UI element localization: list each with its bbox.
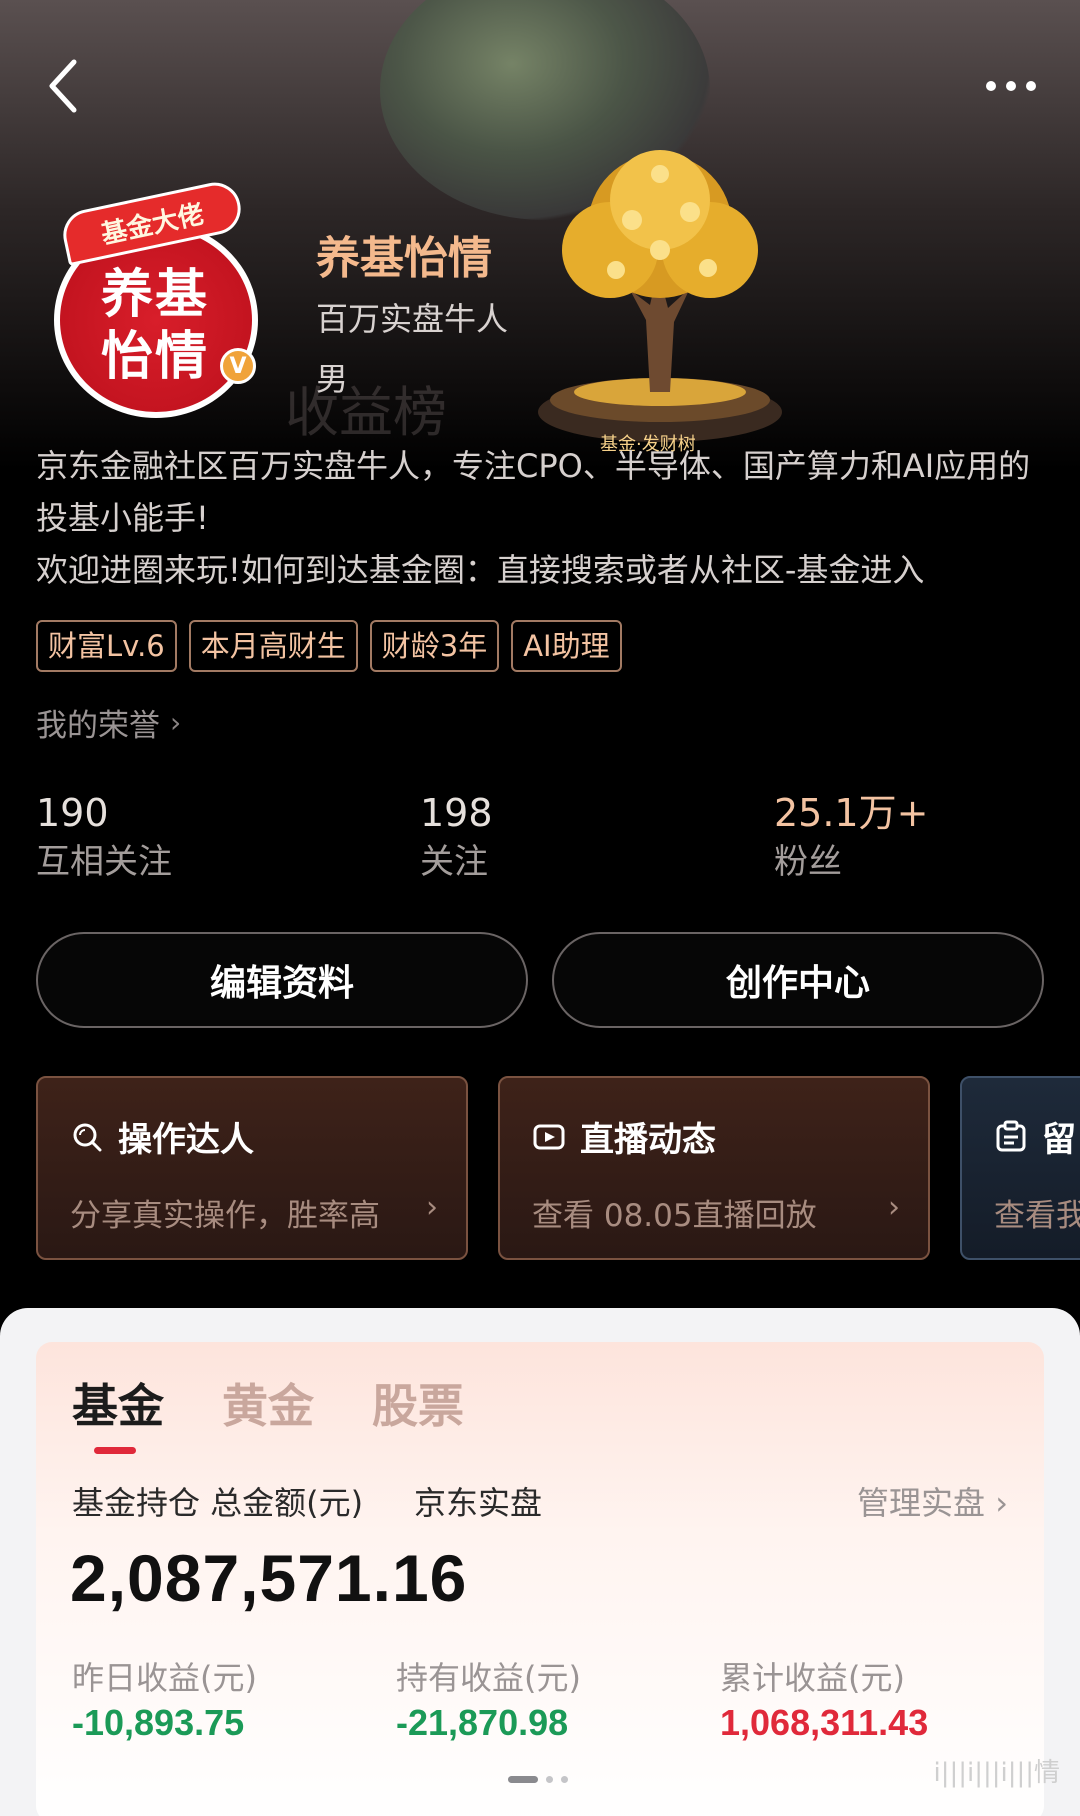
- card-live-updates[interactable]: 直播动态 查看 08.05直播回放 ›: [498, 1076, 930, 1260]
- chevron-left-icon: [49, 59, 77, 113]
- stat-label: 粉丝: [774, 842, 842, 882]
- card-title: 留: [994, 1112, 1076, 1161]
- card-subtitle: 查看我: [994, 1198, 1080, 1234]
- chevron-right-icon: ›: [426, 1190, 438, 1225]
- holding-profit: 持有收益(元) -21,870.98: [396, 1656, 581, 1746]
- card-message-board[interactable]: 留 查看我: [960, 1076, 1080, 1260]
- bio-line: 欢迎进圈来玩!如何到达基金圈：直接搜索或者从社区-基金进入: [36, 551, 925, 589]
- honor-label: 我的荣誉: [36, 708, 160, 744]
- tag-wealth-level[interactable]: 财富Lv.6: [36, 620, 177, 672]
- creator-center-button[interactable]: 创作中心: [552, 932, 1044, 1028]
- carousel-dot: [561, 1776, 568, 1783]
- profile-name: 养基怡情: [316, 233, 492, 284]
- card-title-text: 操作达人: [118, 1120, 254, 1160]
- carousel-dot-active: [508, 1776, 538, 1783]
- stat-fans[interactable]: 25.1万+ 粉丝: [774, 790, 928, 888]
- profit-label: 昨日收益(元): [72, 1659, 257, 1697]
- carousel-indicator: [508, 1776, 568, 1783]
- message-board-icon: [996, 1120, 1026, 1151]
- portfolio-panel: 基金 黄金 股票 基金持仓 总金额(元) 京东实盘 管理实盘 › 2,087,5…: [0, 1308, 1080, 1816]
- yesterday-profit: 昨日收益(元) -10,893.75: [72, 1656, 257, 1746]
- chevron-right-icon: ›: [995, 1484, 1008, 1522]
- holding-total-label: 基金持仓 总金额(元): [72, 1484, 364, 1522]
- money-tree-badge-icon[interactable]: [520, 130, 800, 460]
- profile-tags: 财富Lv.6 本月高财生 财龄3年 AI助理: [36, 620, 622, 672]
- verified-badge-icon: V: [220, 348, 256, 384]
- dot-icon: [986, 81, 996, 91]
- manage-label: 管理实盘: [857, 1484, 986, 1522]
- profit-label: 持有收益(元): [396, 1659, 581, 1697]
- back-button[interactable]: [44, 56, 84, 116]
- profile-bio: 京东金融社区百万实盘牛人，专注CPO、半导体、国产算力和AI应用的投基小能手! …: [36, 440, 1046, 596]
- profit-label: 累计收益(元): [720, 1659, 905, 1697]
- bio-line: 京东金融社区百万实盘牛人，专注CPO、半导体、国产算力和AI应用的投基小能手!: [36, 447, 1031, 537]
- card-subtitle: 分享真实操作，胜率高: [70, 1198, 380, 1234]
- portfolio-card: 基金 黄金 股票 基金持仓 总金额(元) 京东实盘 管理实盘 › 2,087,5…: [36, 1342, 1044, 1816]
- card-title: 直播动态: [532, 1112, 716, 1161]
- card-title-text: 直播动态: [580, 1120, 716, 1160]
- holding-source: 京东实盘: [414, 1484, 543, 1522]
- asset-tabs: 基金 黄金 股票: [72, 1370, 464, 1454]
- stat-value: 198: [420, 791, 493, 835]
- dot-icon: [1026, 81, 1036, 91]
- my-honors-link[interactable]: 我的荣誉 ›: [36, 700, 181, 745]
- tag-monthly-top[interactable]: 本月高财生: [188, 620, 358, 672]
- watermark: i|||i|||i|||情: [933, 1758, 1060, 1788]
- stat-label: 互相关注: [36, 842, 172, 882]
- live-video-icon: [533, 1124, 565, 1149]
- card-subtitle: 查看 08.05直播回放: [532, 1198, 817, 1234]
- feature-cards: 操作达人 分享真实操作，胜率高 › 直播动态 查看 08.05直播回放 › 留 …: [36, 1076, 1080, 1262]
- profile-stats: 190 互相关注 198 关注 25.1万+ 粉丝: [36, 790, 1036, 900]
- stat-value: 25.1万+: [774, 791, 929, 835]
- avatar-text-line-1: 养基: [100, 264, 209, 325]
- edit-profile-button[interactable]: 编辑资料: [36, 932, 528, 1028]
- manage-portfolio-link[interactable]: 管理实盘 ›: [857, 1478, 1008, 1524]
- profit-value: -21,870.98: [396, 1702, 569, 1743]
- card-title: 操作达人: [70, 1112, 254, 1161]
- avatar-text: 养基 怡情: [80, 264, 230, 388]
- profile-gender: 男: [316, 360, 349, 398]
- holding-total-value: 2,087,571.16: [70, 1541, 468, 1615]
- background-ghost-text: 收益榜: [285, 381, 447, 444]
- tab-fund[interactable]: 基金: [72, 1370, 164, 1454]
- cumulative-profit: 累计收益(元) 1,068,311.43: [720, 1656, 928, 1746]
- card-trading-expert[interactable]: 操作达人 分享真实操作，胜率高 ›: [36, 1076, 468, 1260]
- chevron-right-icon: ›: [170, 706, 182, 739]
- tag-wealth-age[interactable]: 财龄3年: [369, 620, 500, 672]
- profit-value: -10,893.75: [72, 1702, 245, 1743]
- more-options-button[interactable]: [976, 66, 1046, 106]
- card-title-text: 留: [1042, 1120, 1076, 1160]
- stat-mutual-follow[interactable]: 190 互相关注: [36, 790, 172, 888]
- dot-icon: [1006, 81, 1016, 91]
- profit-value: 1,068,311.43: [720, 1702, 929, 1743]
- tab-stock[interactable]: 股票: [372, 1370, 464, 1436]
- avatar-text-line-2: 怡情: [100, 326, 209, 387]
- carousel-dot: [546, 1776, 553, 1783]
- chevron-right-icon: ›: [888, 1190, 900, 1225]
- stat-following[interactable]: 198 关注: [420, 790, 493, 888]
- search-icon: [73, 1123, 102, 1151]
- tag-ai-assistant[interactable]: AI助理: [511, 620, 622, 672]
- stat-label: 关注: [420, 842, 488, 882]
- profile-title: 百万实盘牛人: [316, 300, 509, 338]
- tab-gold[interactable]: 黄金: [222, 1370, 314, 1436]
- stat-value: 190: [36, 791, 109, 835]
